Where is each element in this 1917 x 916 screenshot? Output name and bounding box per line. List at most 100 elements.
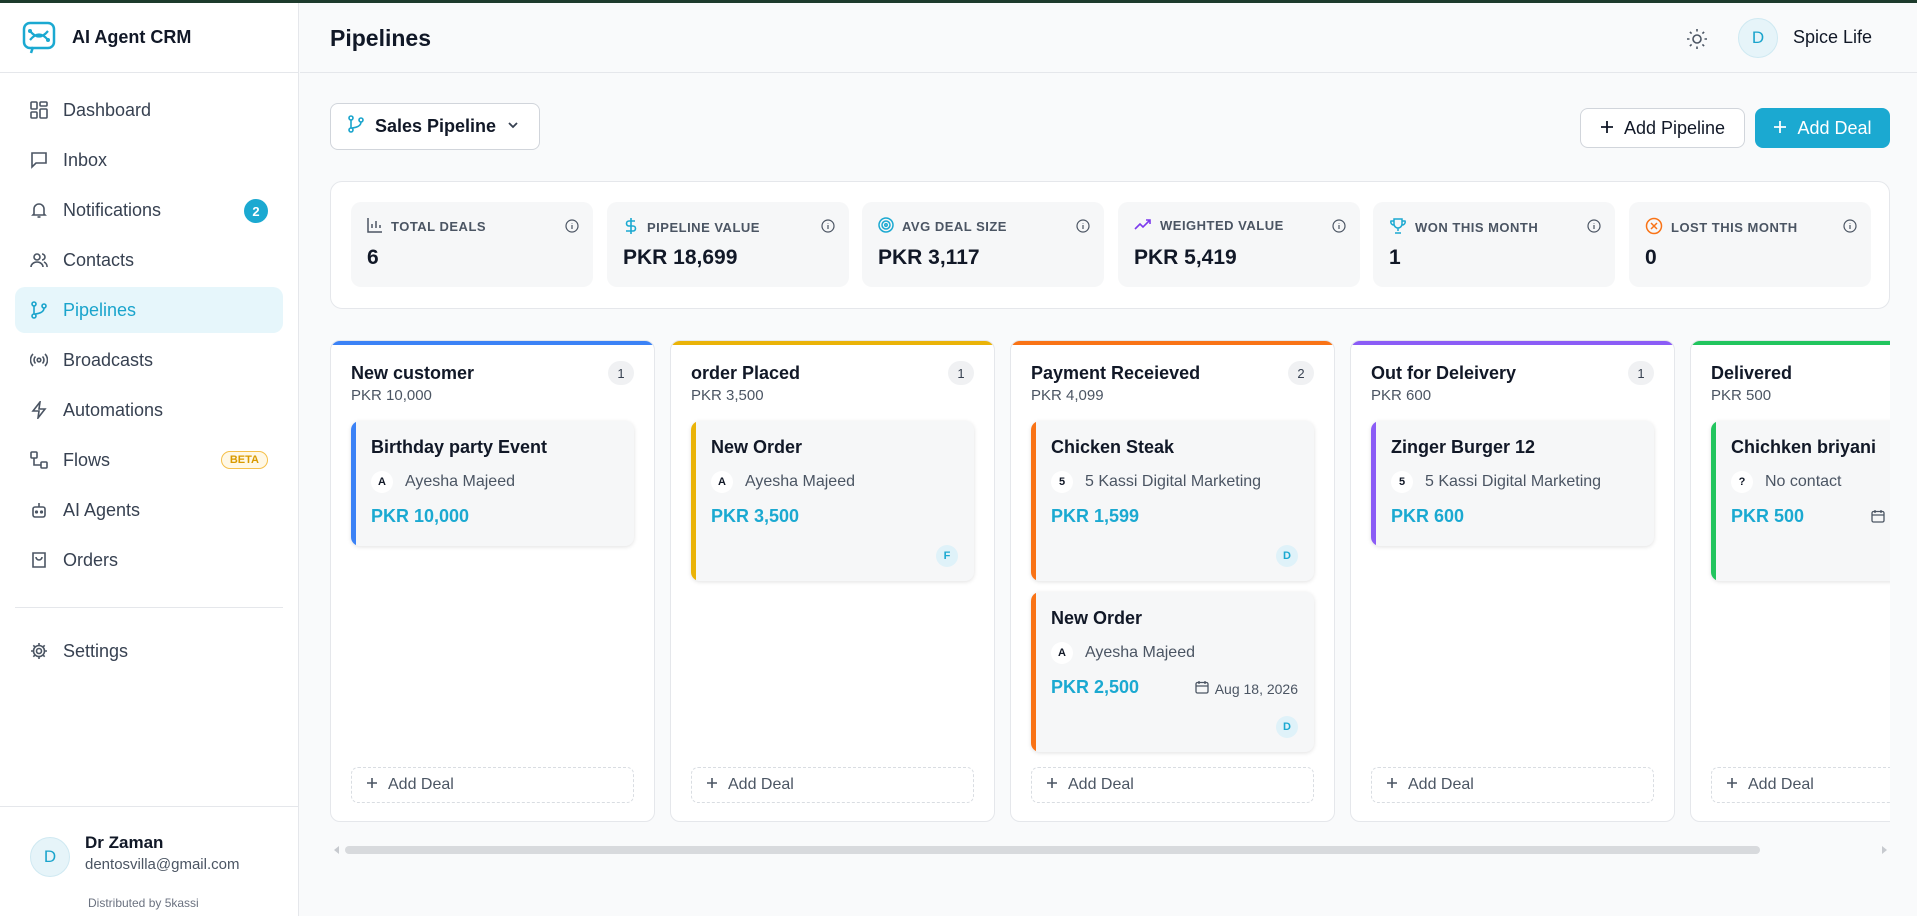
sidebar-item-inbox[interactable]: Inbox bbox=[15, 137, 283, 183]
info-icon[interactable] bbox=[821, 219, 835, 233]
stage-count-badge: 1 bbox=[1628, 361, 1654, 385]
stage-title: Payment Receieved bbox=[1031, 363, 1201, 383]
sidebar-nav: Dashboard Inbox Notifications 2 Contacts… bbox=[0, 73, 298, 583]
stat-value: PKR 18,699 bbox=[623, 246, 738, 269]
info-icon[interactable] bbox=[1076, 219, 1090, 233]
header-user-name[interactable]: Spice Life bbox=[1793, 27, 1872, 48]
deal-amount: PKR 10,000 bbox=[371, 506, 470, 526]
info-icon[interactable] bbox=[1332, 219, 1346, 233]
deal-amount: PKR 2,500 bbox=[1051, 677, 1140, 697]
deal-card[interactable]: Birthday party Event A Ayesha Majeed PKR… bbox=[351, 421, 634, 546]
add-deal-to-stage-button[interactable]: Add Deal bbox=[1711, 767, 1890, 803]
sidebar-item-label: Contacts bbox=[63, 249, 135, 270]
radio-icon bbox=[29, 350, 49, 370]
stat-value: 0 bbox=[1645, 246, 1657, 269]
app-name: AI Agent CRM bbox=[72, 27, 192, 47]
sidebar-item-label: Pipelines bbox=[63, 299, 137, 320]
stage-total: PKR 600 bbox=[1371, 387, 1432, 404]
stage-count-badge: 1 bbox=[608, 361, 634, 385]
add-deal-to-stage-button[interactable]: Add Deal bbox=[691, 767, 974, 803]
pipeline-selector[interactable]: Sales Pipeline bbox=[330, 103, 540, 150]
page-title: Pipelines bbox=[330, 25, 431, 51]
current-user[interactable]: D Dr Zaman dentosvilla@gmail.com Distrib… bbox=[0, 806, 299, 916]
deal-card[interactable]: Chicken Steak 5 5 Kassi Digital Marketin… bbox=[1031, 421, 1314, 581]
contact-name: No contact bbox=[1765, 473, 1842, 490]
add-deal-to-stage-button[interactable]: Add Deal bbox=[1371, 767, 1654, 803]
stat-value: 6 bbox=[367, 246, 379, 269]
scrollbar-thumb[interactable] bbox=[345, 846, 1760, 854]
deal-date-text: Aug 18, 2026 bbox=[1214, 680, 1298, 697]
stat-won-this-month: WON THIS MONTH 1 bbox=[1373, 202, 1615, 287]
stage-title: order Placed bbox=[691, 363, 801, 383]
sidebar-item-label: Flows bbox=[63, 449, 111, 470]
deal-contact: ? No contact bbox=[1731, 471, 1841, 493]
sidebar-item-flows[interactable]: Flows BETA bbox=[15, 437, 283, 483]
sidebar-item-settings[interactable]: Settings bbox=[15, 628, 283, 674]
deal-title: Birthday party Event bbox=[371, 437, 548, 457]
deal-title: Chichken briyani bbox=[1731, 437, 1877, 457]
stat-pipeline-value: PIPELINE VALUE PKR 18,699 bbox=[607, 202, 849, 287]
sidebar-item-ai-agents[interactable]: AI Agents bbox=[15, 487, 283, 533]
scroll-left-arrow-icon[interactable] bbox=[334, 846, 339, 854]
board-horizontal-scrollbar[interactable] bbox=[334, 846, 1887, 854]
pipeline-stage-out-for-delivery: Out for Deleivery 1 PKR 600 Zinger Burge… bbox=[1350, 340, 1675, 822]
avatar[interactable]: D bbox=[1738, 18, 1778, 58]
user-name: Dr Zaman bbox=[85, 833, 164, 852]
stat-value: 1 bbox=[1389, 246, 1401, 269]
info-icon[interactable] bbox=[1843, 219, 1857, 233]
owner-avatar: D bbox=[1276, 545, 1298, 567]
sidebar-item-automations[interactable]: Automations bbox=[15, 387, 283, 433]
deal-title: Zinger Burger 12 bbox=[1391, 437, 1536, 457]
info-icon[interactable] bbox=[565, 219, 579, 233]
deal-title: New Order bbox=[711, 437, 803, 457]
deal-contact: 5 5 Kassi Digital Marketing bbox=[1051, 471, 1261, 493]
trophy-icon bbox=[1389, 217, 1407, 238]
gear-icon bbox=[29, 641, 49, 661]
sidebar-secondary-nav: Settings bbox=[0, 628, 298, 674]
deal-contact: A Ayesha Majeed bbox=[711, 471, 855, 493]
scroll-right-arrow-icon[interactable] bbox=[1882, 846, 1887, 854]
sidebar-item-orders[interactable]: Orders bbox=[15, 537, 283, 583]
sidebar-item-broadcasts[interactable]: Broadcasts bbox=[15, 337, 283, 383]
app-logo-icon bbox=[20, 19, 58, 57]
deal-card[interactable]: Chichken briyani ? No contact PKR 500 bbox=[1711, 421, 1890, 581]
theme-toggle-sun-icon[interactable] bbox=[1683, 25, 1711, 53]
sidebar: AI Agent CRM Dashboard Inbox Notificatio… bbox=[0, 3, 299, 916]
stat-lost-this-month: LOST THIS MONTH 0 bbox=[1629, 202, 1871, 287]
deal-card[interactable]: New Order A Ayesha Majeed PKR 3,500 F bbox=[691, 421, 974, 581]
chevron-down-icon bbox=[506, 116, 520, 137]
top-header: Pipelines D Spice Life bbox=[300, 3, 1917, 73]
workflow-icon bbox=[29, 450, 49, 470]
stats-panel: TOTAL DEALS 6 PIPELINE VALUE PKR 18,699 … bbox=[330, 181, 1890, 309]
add-deal-to-stage-button[interactable]: Add Deal bbox=[1031, 767, 1314, 803]
add-deal-button[interactable]: Add Deal bbox=[1755, 108, 1890, 148]
sidebar-item-pipelines[interactable]: Pipelines bbox=[15, 287, 283, 333]
add-pipeline-button[interactable]: Add Pipeline bbox=[1580, 108, 1745, 148]
sidebar-item-label: AI Agents bbox=[63, 499, 141, 520]
plus-icon bbox=[1726, 776, 1738, 794]
deal-date: Aug 18, 2026 bbox=[1195, 680, 1298, 697]
plus-icon bbox=[1046, 776, 1058, 794]
contact-avatar: ? bbox=[1731, 471, 1753, 493]
calendar-icon bbox=[1871, 509, 1885, 528]
sidebar-item-dashboard[interactable]: Dashboard bbox=[15, 87, 283, 133]
info-icon[interactable] bbox=[1587, 219, 1601, 233]
sidebar-item-label: Orders bbox=[63, 549, 119, 570]
sidebar-item-contacts[interactable]: Contacts bbox=[15, 237, 283, 283]
deal-card[interactable]: Zinger Burger 12 5 5 Kassi Digital Marke… bbox=[1371, 421, 1654, 546]
stage-color-bar bbox=[331, 341, 654, 345]
add-deal-to-stage-button[interactable]: Add Deal bbox=[351, 767, 634, 803]
bolt-icon bbox=[29, 400, 49, 420]
deal-card[interactable]: New Order A Ayesha Majeed PKR 2,500 Aug … bbox=[1031, 592, 1314, 752]
sidebar-item-notifications[interactable]: Notifications 2 bbox=[15, 187, 283, 233]
sidebar-item-label: Dashboard bbox=[63, 99, 152, 120]
contact-name: 5 Kassi Digital Marketing bbox=[1425, 473, 1602, 490]
avatar: D bbox=[30, 837, 70, 877]
stage-title: Delivered bbox=[1711, 363, 1793, 383]
stage-color-bar bbox=[1691, 341, 1890, 345]
beta-badge: BETA bbox=[220, 451, 268, 469]
plus-icon bbox=[1386, 776, 1398, 794]
target-icon bbox=[878, 217, 894, 236]
plus-icon bbox=[1773, 118, 1787, 139]
brand[interactable]: AI Agent CRM bbox=[0, 3, 298, 73]
